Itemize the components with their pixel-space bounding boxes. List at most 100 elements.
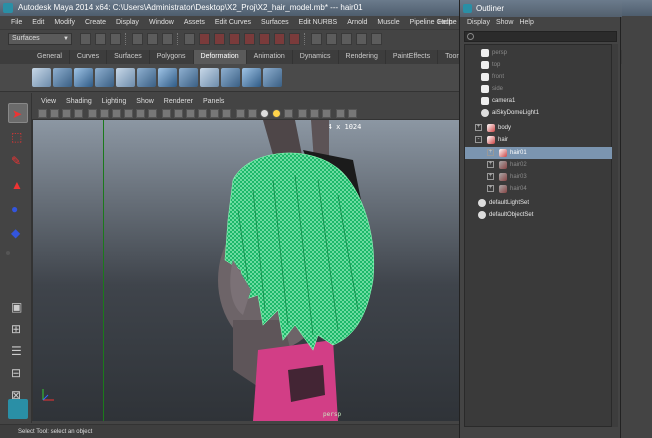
snap-plane-icon[interactable] [356,33,367,45]
graph-layout-icon[interactable]: ⊟ [8,363,28,383]
camera-select-icon[interactable] [38,109,47,118]
character-model[interactable] [33,120,460,421]
viewport-menu-show[interactable]: Show [131,96,159,107]
depth-of-field-icon[interactable] [322,109,331,118]
menu-edit-nurbs[interactable]: Edit NURBS [294,19,343,26]
snap-point-icon[interactable] [341,33,352,45]
snap-grid-icon[interactable] [311,33,322,45]
select-hierarchy-icon[interactable] [132,33,143,45]
mask-icon[interactable] [244,33,255,45]
outliner-scrollbar[interactable] [612,44,618,427]
move-tool-icon[interactable]: ▲ [8,175,28,195]
film-gate-icon[interactable] [100,109,109,118]
four-pane-layout-icon[interactable]: ⊞ [8,319,28,339]
list-item[interactable]: - hair [465,134,613,146]
outliner-menu-help[interactable]: Help [516,17,536,29]
open-scene-icon[interactable] [95,33,106,45]
image-plane-icon[interactable] [74,109,83,118]
outliner-search-input[interactable] [464,31,617,42]
script-editor-icon[interactable] [8,399,28,419]
snap-curve-icon[interactable] [326,33,337,45]
list-item[interactable]: defaultLightSet [465,197,613,209]
new-scene-icon[interactable] [80,33,91,45]
mask-icon[interactable] [289,33,300,45]
lasso-tool-icon[interactable]: ⬚ [8,127,28,147]
save-scene-icon[interactable] [110,33,121,45]
expand-icon[interactable]: + [487,161,494,168]
viewport-menu-lighting[interactable]: Lighting [97,96,132,107]
xray-icon[interactable] [236,109,245,118]
list-item[interactable]: defaultObjectSet [465,209,613,221]
tab-deformation[interactable]: Deformation [193,50,247,64]
list-item[interactable]: front [465,71,613,83]
squash-icon[interactable] [137,68,156,87]
list-item[interactable]: + body [465,122,613,134]
list-item[interactable]: persp [465,47,613,59]
paint-select-tool-icon[interactable]: ✎ [8,151,28,171]
viewport-menu-panels[interactable]: Panels [198,96,229,107]
list-item[interactable]: aiSkyDomeLight1 [465,107,613,119]
viewport-menu-renderer[interactable]: Renderer [159,96,198,107]
select-component-icon[interactable] [162,33,173,45]
smooth-shade-icon[interactable] [174,109,183,118]
menu-file[interactable]: File [6,19,27,26]
menu-help[interactable]: Help [433,19,457,26]
wrap-icon[interactable] [221,68,240,87]
tab-general[interactable]: General [30,50,70,64]
sculpt-icon[interactable] [200,68,219,87]
viewport-menu-view[interactable]: View [36,96,61,107]
use-all-lights-icon[interactable] [210,109,219,118]
menu-muscle[interactable]: Muscle [372,19,404,26]
menu-surfaces[interactable]: Surfaces [256,19,294,26]
mask-icon[interactable] [184,33,195,45]
tab-dynamics[interactable]: Dynamics [293,50,339,64]
textured-icon[interactable] [198,109,207,118]
mask-icon[interactable] [214,33,225,45]
wire-icon[interactable] [242,68,261,87]
list-item[interactable]: + hair01 [465,147,613,159]
resolution-gate-icon[interactable] [112,109,121,118]
shadows-icon[interactable] [222,109,231,118]
menu-assets[interactable]: Assets [179,19,210,26]
twist-icon[interactable] [158,68,177,87]
menu-window[interactable]: Window [144,19,179,26]
isolate-select-icon[interactable] [260,109,269,118]
menu-arnold[interactable]: Arnold [342,19,372,26]
grid-icon[interactable] [88,109,97,118]
list-item[interactable]: camera1 [465,95,613,107]
list-item[interactable]: + hair03 [465,171,613,183]
list-item[interactable]: side [465,83,613,95]
collapse-icon[interactable]: - [475,136,482,143]
xray-joints-icon[interactable] [248,109,257,118]
tab-polygons[interactable]: Polygons [150,50,194,64]
select-tool-icon[interactable]: ➤ [8,103,28,123]
expand-icon[interactable]: + [487,173,494,180]
tab-animation[interactable]: Animation [247,50,293,64]
expand-icon[interactable]: + [487,185,494,192]
lights-icon[interactable] [272,109,281,118]
tab-surfaces[interactable]: Surfaces [107,50,150,64]
rotate-tool-icon[interactable]: ● [8,199,28,219]
menu-create[interactable]: Create [80,19,111,26]
motion-blur-icon[interactable] [298,109,307,118]
expand-icon[interactable]: + [487,149,494,156]
tab-rendering[interactable]: Rendering [339,50,386,64]
menu-edit[interactable]: Edit [27,19,49,26]
outliner-menu-display[interactable]: Display [464,17,493,29]
single-pane-layout-icon[interactable]: ▣ [8,297,28,317]
wireframe-icon[interactable] [162,109,171,118]
mask-icon[interactable] [274,33,285,45]
ambient-occlusion-icon[interactable] [284,109,293,118]
outliner-layout-icon[interactable]: ☰ [8,341,28,361]
menu-modify[interactable]: Modify [49,19,80,26]
tab-curves[interactable]: Curves [70,50,108,64]
mask-icon[interactable] [259,33,270,45]
wireframe-on-shaded-icon[interactable] [186,109,195,118]
list-item[interactable]: + hair04 [465,183,613,195]
cluster-icon[interactable] [53,68,72,87]
wave-icon[interactable] [179,68,198,87]
playblast-icon[interactable] [348,109,357,118]
outliner-menu-show[interactable]: Show [493,17,517,29]
menu-edit-curves[interactable]: Edit Curves [210,19,256,26]
bookmark-icon[interactable] [62,109,71,118]
